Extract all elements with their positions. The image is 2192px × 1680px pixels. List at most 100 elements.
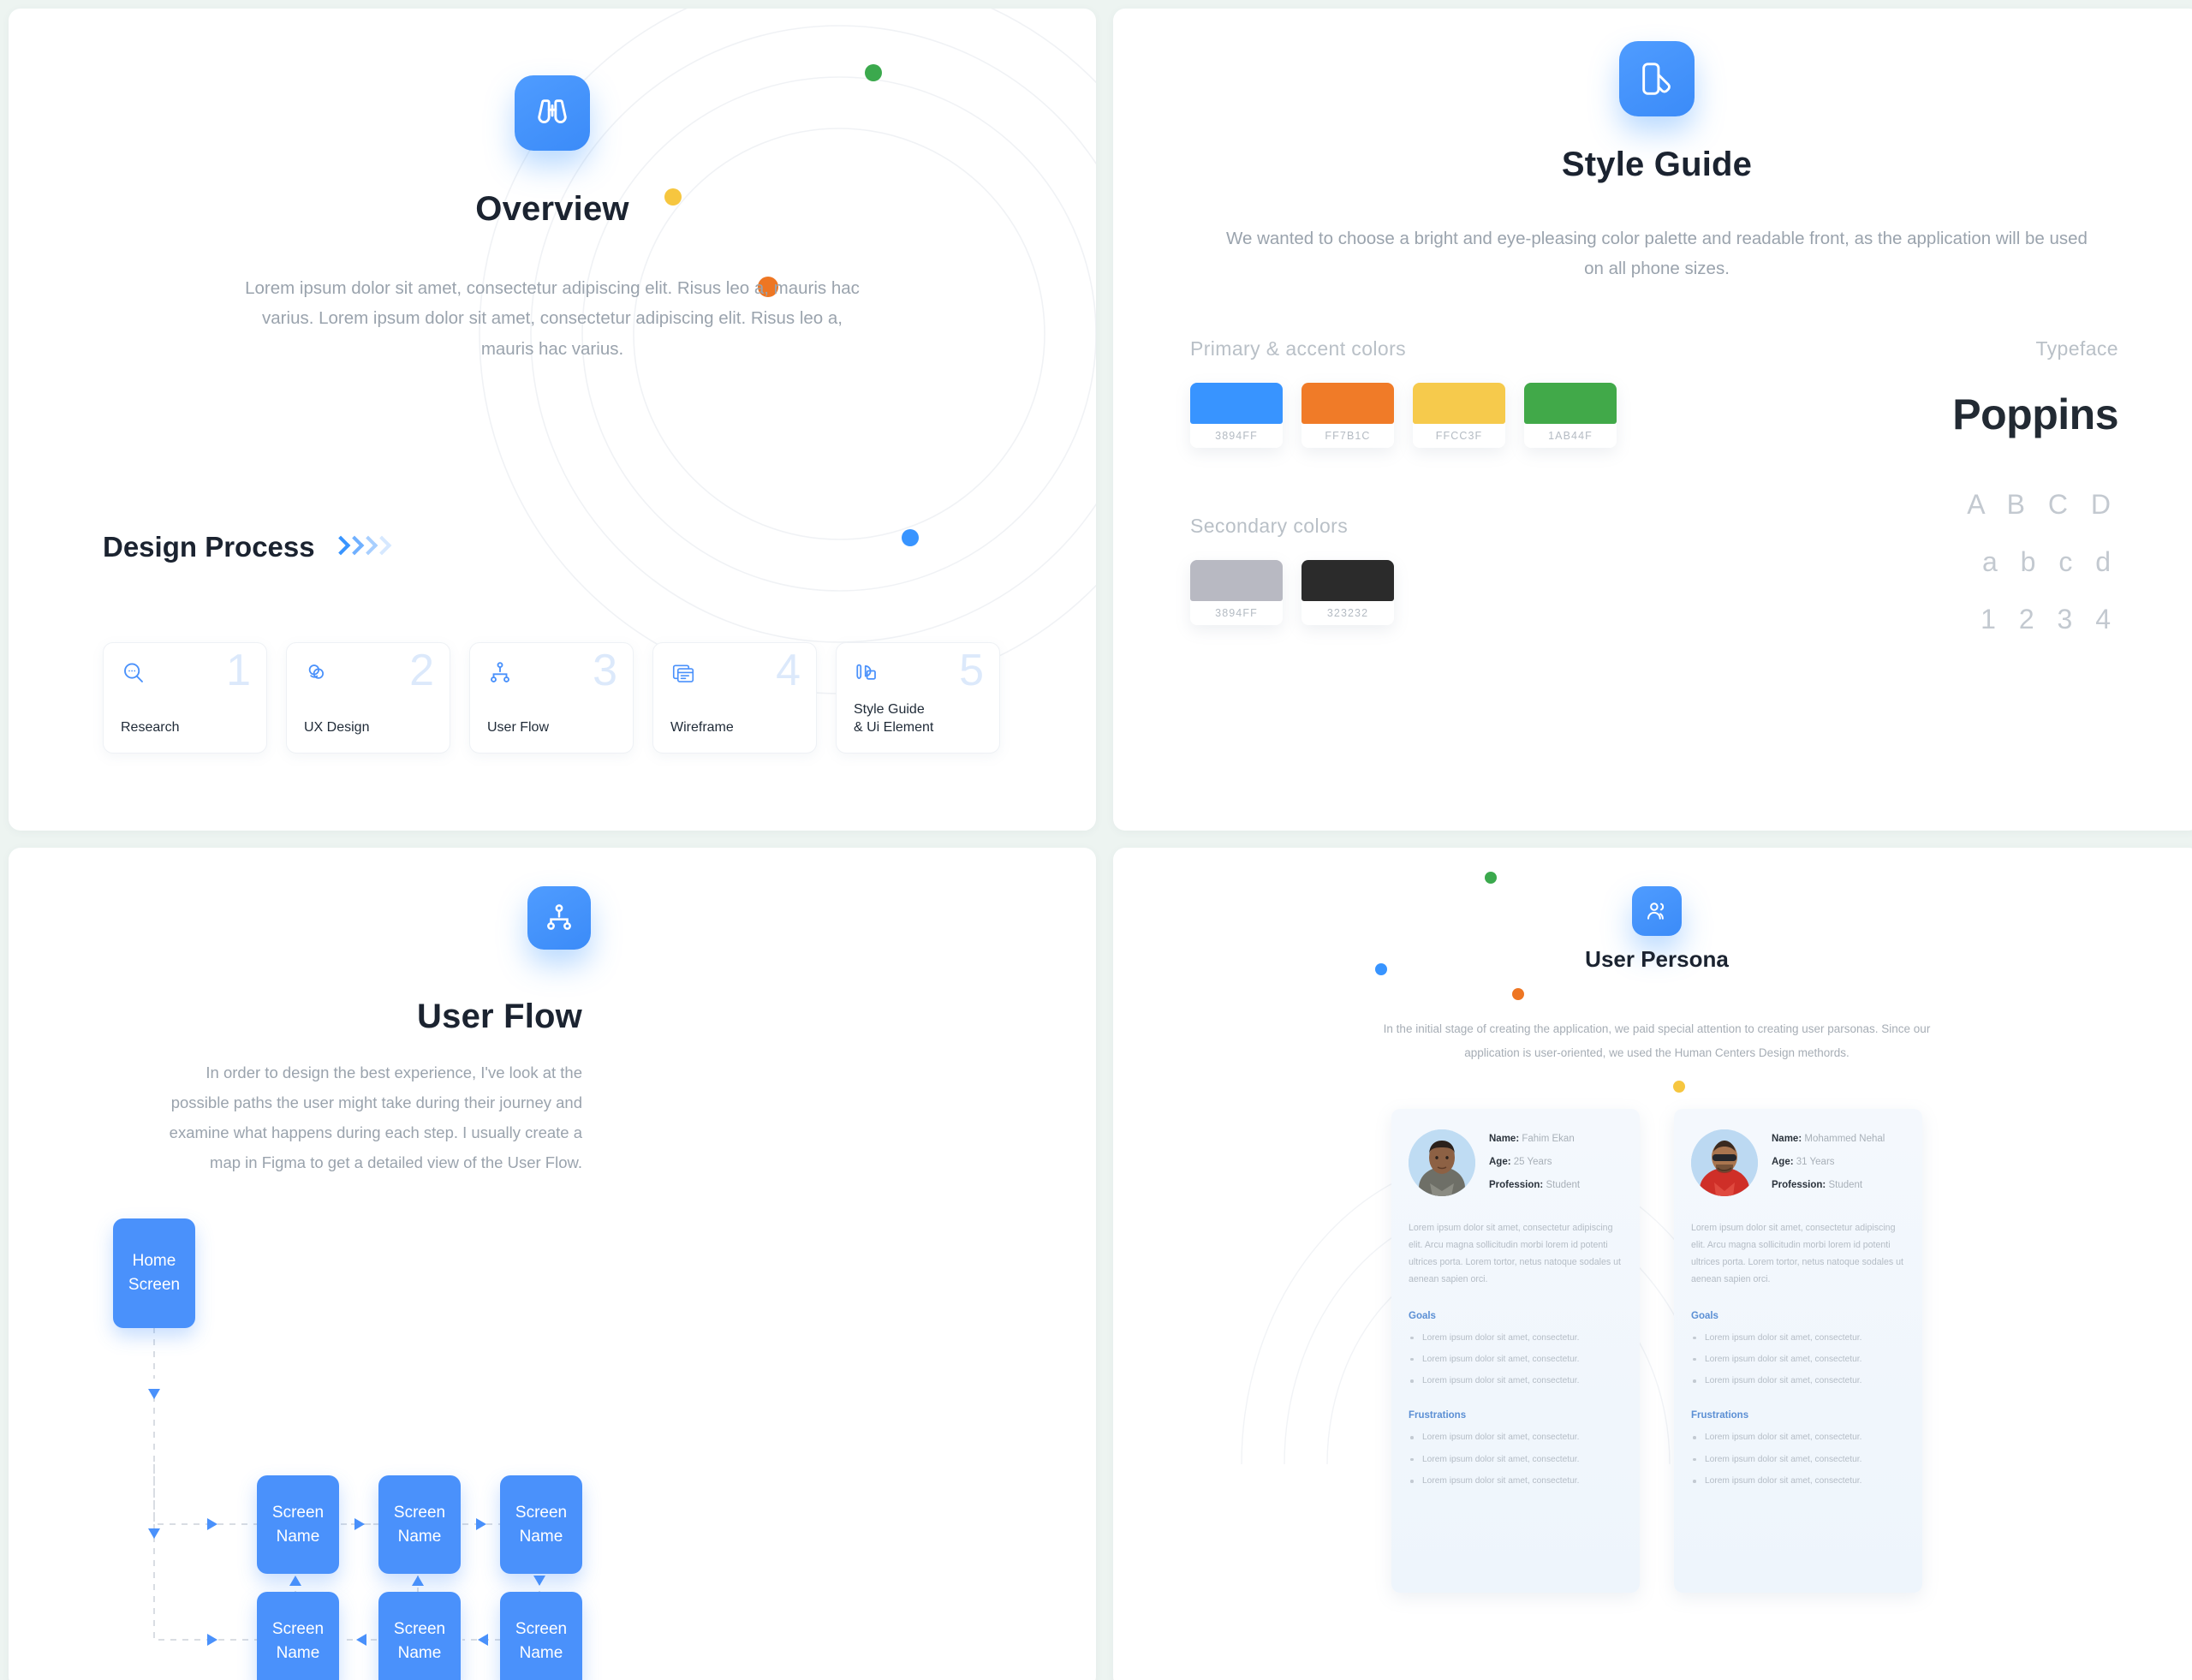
flow-node-label-line1: Screen <box>271 1619 325 1638</box>
secondary-colors-heading: Secondary colors <box>1190 514 1349 537</box>
list-item: Lorem ipsum dolor sit amet, consectetur. <box>1691 1331 1905 1345</box>
persona-age-value: 31 Years <box>1796 1157 1835 1168</box>
persona-age-row: Age: 31 Years <box>1772 1151 1885 1174</box>
persona-profession-row: Profession: Student <box>1772 1174 1885 1197</box>
avatar <box>1409 1129 1475 1196</box>
arrow-left <box>478 1634 488 1646</box>
list-item: Lorem ipsum dolor sit amet, consectetur. <box>1691 1353 1905 1367</box>
arrow-right <box>207 1518 217 1530</box>
color-hex-label: 3894FF <box>1215 606 1258 619</box>
page-title: User Persona <box>1585 946 1729 972</box>
persona-name-row: Name: Mohammed Nehal <box>1772 1128 1885 1151</box>
process-card-user-flow[interactable]: 3 User Flow <box>469 642 634 754</box>
process-card-number: 3 <box>593 646 617 695</box>
design-process-label: Design Process <box>103 531 315 563</box>
persona-card[interactable]: Name: Mohammed Nehal Age: 31 Years Profe… <box>1674 1109 1922 1593</box>
persona-name-label: Name: <box>1772 1134 1802 1144</box>
user-flow-panel: User Flow In order to design the best ex… <box>9 848 1096 1680</box>
color-swatch[interactable]: 3894FF <box>1190 559 1283 625</box>
color-hex-label: FFCC3F <box>1435 429 1483 442</box>
list-item: Lorem ipsum dolor sit amet, consectetur. <box>1409 1474 1623 1488</box>
color-hex-label: 323232 <box>1326 606 1369 619</box>
primary-colors-heading: Primary & accent colors <box>1190 337 1407 360</box>
persona-header: Name: Fahim Ekan Age: 25 Years Professio… <box>1409 1128 1623 1197</box>
color-chip <box>1190 559 1283 601</box>
arrow-up <box>289 1576 301 1586</box>
persona-goals-list: Lorem ipsum dolor sit amet, consectetur.… <box>1409 1331 1623 1389</box>
page-title: Style Guide <box>1561 146 1753 183</box>
primary-color-swatches: 3894FF FF7B1C FFCC3F 1AB44F <box>1190 382 1617 448</box>
process-card-label: UX Design <box>304 720 370 736</box>
color-palette-section: Primary & accent colors 3894FF FF7B1C FF… <box>1190 337 1617 635</box>
process-card-label: Style Guide & Ui Element <box>854 700 933 737</box>
color-swatch[interactable]: 3894FF <box>1190 382 1283 448</box>
process-card-label: Wireframe <box>670 720 734 736</box>
color-swatch[interactable]: FFCC3F <box>1413 382 1505 448</box>
flow-node-screen-2[interactable]: Screen Name <box>378 1475 461 1574</box>
design-process-cards: 1 Research 2 UX Design 3 User Flow 4 Wir… <box>103 642 1000 754</box>
arrow-up <box>412 1576 424 1586</box>
process-card-label-line1: Style Guide <box>854 701 925 717</box>
color-swatch[interactable]: FF7B1C <box>1302 382 1394 448</box>
persona-goals-heading: Goals <box>1409 1310 1436 1321</box>
arrow-right <box>207 1634 217 1646</box>
users-icon <box>1632 886 1682 936</box>
persona-meta: Name: Mohammed Nehal Age: 31 Years Profe… <box>1772 1128 1885 1197</box>
color-swatch[interactable]: 1AB44F <box>1524 382 1617 448</box>
flow-node-label: Screen Name <box>394 1501 445 1548</box>
process-card-number: 4 <box>776 646 801 695</box>
list-item: Lorem ipsum dolor sit amet, consectetur. <box>1409 1431 1623 1445</box>
flow-node-screen-5[interactable]: Screen Name <box>378 1592 461 1680</box>
process-card-style-guide[interactable]: 5 Style Guide & Ui Element <box>836 642 1000 754</box>
persona-profession-label: Profession: <box>1772 1180 1826 1191</box>
persona-age-label: Age: <box>1489 1157 1511 1168</box>
typeface-heading: Typeface <box>2035 337 2118 360</box>
accent-dot-green <box>1485 872 1497 884</box>
flow-node-screen-1[interactable]: Screen Name <box>257 1475 339 1574</box>
typeface-section: Typeface Poppins A B C D a b c d 1 2 3 4 <box>1952 337 2124 635</box>
persona-goals-list: Lorem ipsum dolor sit amet, consectetur.… <box>1691 1331 1905 1389</box>
persona-name-value: Mohammed Nehal <box>1804 1134 1885 1144</box>
persona-cards: Name: Fahim Ekan Age: 25 Years Professio… <box>1391 1109 1922 1593</box>
persona-card[interactable]: Name: Fahim Ekan Age: 25 Years Professio… <box>1391 1109 1640 1593</box>
flow-node-screen-3[interactable]: Screen Name <box>500 1475 582 1574</box>
process-card-wireframe[interactable]: 4 Wireframe <box>652 642 817 754</box>
list-item: Lorem ipsum dolor sit amet, consectetur. <box>1409 1453 1623 1467</box>
process-card-research[interactable]: 1 Research <box>103 642 267 754</box>
flow-node-label-line1: Screen <box>271 1503 325 1522</box>
avatar <box>1691 1129 1758 1196</box>
arrow-down <box>533 1576 545 1586</box>
persona-name-value: Fahim Ekan <box>1522 1134 1575 1144</box>
user-persona-description: In the initial stage of creating the app… <box>1383 1022 1931 1060</box>
color-chip <box>1190 382 1283 424</box>
color-swatch[interactable]: 323232 <box>1302 559 1394 625</box>
process-card-ux-design[interactable]: 2 UX Design <box>286 642 450 754</box>
list-item: Lorem ipsum dolor sit amet, consectetur. <box>1691 1374 1905 1388</box>
style-guide-description: We wanted to choose a bright and eye-ple… <box>1226 229 2088 279</box>
persona-frustrations-heading: Frustrations <box>1409 1410 1467 1421</box>
persona-age-value: 25 Years <box>1513 1157 1552 1168</box>
flow-node-screen-6[interactable]: Screen Name <box>500 1592 582 1680</box>
flow-node-label: Screen Name <box>272 1617 324 1665</box>
style-guide-panel: Style Guide We wanted to choose a bright… <box>1113 9 2192 831</box>
persona-frustrations-list: Lorem ipsum dolor sit amet, consectetur.… <box>1409 1431 1623 1488</box>
flow-node-screen-4[interactable]: Screen Name <box>257 1592 339 1680</box>
persona-frustrations-list: Lorem ipsum dolor sit amet, consectetur.… <box>1691 1431 1905 1488</box>
dashboard-grid: Overview Lorem ipsum dolor sit amet, con… <box>0 0 2192 1680</box>
process-card-number: 1 <box>226 646 251 695</box>
color-hex-label: FF7B1C <box>1325 429 1371 442</box>
arrow-left <box>356 1634 366 1646</box>
accent-dot-blue <box>1375 963 1387 975</box>
list-item: Lorem ipsum dolor sit amet, consectetur. <box>1691 1474 1905 1488</box>
persona-age-label: Age: <box>1772 1157 1794 1168</box>
user-persona-panel: User Persona In the initial stage of cre… <box>1113 848 2192 1680</box>
flow-node-home-screen[interactable]: Home Screen <box>113 1218 195 1328</box>
typeface-name: Poppins <box>1952 390 2118 438</box>
flow-node-label-line2: Name <box>519 1527 563 1546</box>
color-hex-label: 1AB44F <box>1548 429 1593 442</box>
overview-panel: Overview Lorem ipsum dolor sit amet, con… <box>9 9 1096 831</box>
list-item: Lorem ipsum dolor sit amet, consectetur. <box>1691 1453 1905 1467</box>
list-item: Lorem ipsum dolor sit amet, consectetur. <box>1409 1331 1623 1345</box>
specimen-lowercase: a b c d <box>1981 545 2118 577</box>
process-card-number: 5 <box>959 646 984 695</box>
